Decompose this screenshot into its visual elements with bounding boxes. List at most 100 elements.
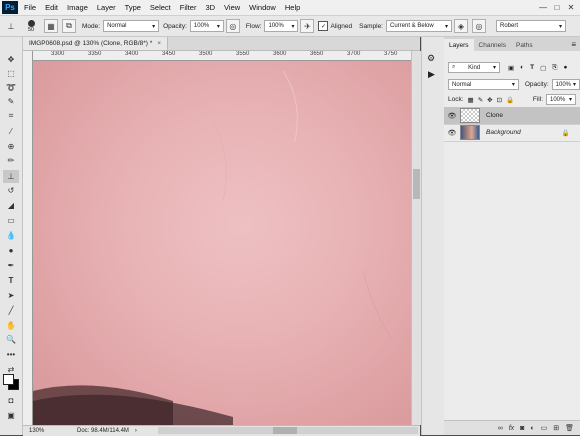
menu-type[interactable]: Type: [125, 3, 141, 12]
filter-kind-select[interactable]: ⌕ Kind ▾: [448, 62, 500, 73]
lock-image-icon[interactable]: ✎: [478, 96, 483, 104]
horizontal-scrollbar[interactable]: [158, 427, 418, 434]
history-panel-icon[interactable]: ⚙: [427, 53, 435, 64]
mask-icon[interactable]: ◙: [520, 425, 524, 432]
mode-label: Mode:: [82, 22, 101, 30]
workspace-select[interactable]: Robert ▾: [496, 20, 566, 32]
photoshop-logo: Ps: [2, 1, 18, 14]
foreground-color-swatch[interactable]: [3, 374, 14, 385]
panel-menu-icon[interactable]: ≡: [571, 40, 576, 49]
blur-tool-icon[interactable]: 💧: [3, 229, 19, 242]
close-window-button[interactable]: ✕: [564, 0, 578, 14]
maximize-button[interactable]: □: [550, 0, 564, 14]
clone-stamp-tool-preset-icon[interactable]: ⊥: [4, 19, 18, 33]
pressure-size-icon[interactable]: ◎: [472, 19, 486, 33]
sample-select[interactable]: Current & Below ▾: [386, 20, 452, 32]
flow-input[interactable]: 100% ▾: [264, 20, 299, 32]
airbrush-icon[interactable]: ✈: [300, 19, 315, 33]
lock-transparent-icon[interactable]: ▦: [468, 96, 474, 104]
horizontal-scroll-thumb[interactable]: [273, 427, 297, 434]
path-selection-tool-icon[interactable]: ➤: [3, 289, 19, 302]
vertical-scrollbar[interactable]: [411, 51, 421, 425]
move-tool-icon[interactable]: ✥: [3, 53, 19, 66]
zoom-tool-icon[interactable]: 🔍: [3, 333, 19, 346]
brush-tool-icon[interactable]: ✏: [3, 154, 19, 167]
brush-panel-icon[interactable]: ▦: [44, 19, 58, 33]
healing-brush-tool-icon[interactable]: ⊕: [3, 140, 19, 153]
trash-icon[interactable]: 🗑: [565, 424, 574, 432]
history-brush-tool-icon[interactable]: ↺: [3, 184, 19, 197]
brush-size-picker[interactable]: 50: [20, 18, 42, 34]
quick-select-tool-icon[interactable]: ✎: [3, 95, 19, 108]
ignore-adjustment-layers-icon[interactable]: ◈: [454, 19, 468, 33]
filter-smart-object-icon[interactable]: ⎘: [552, 64, 557, 72]
menu-layer[interactable]: Layer: [97, 3, 116, 12]
gradient-tool-icon[interactable]: ▭: [3, 214, 19, 227]
pen-tool-icon[interactable]: ✒: [3, 259, 19, 272]
layer-row-background[interactable]: 👁 Background 🔒: [444, 124, 580, 142]
dodge-tool-icon[interactable]: ●: [3, 244, 19, 257]
blend-mode-select[interactable]: Normal ▾: [448, 79, 519, 90]
mode-select[interactable]: Normal ▾: [103, 20, 160, 32]
menu-select[interactable]: Select: [150, 3, 171, 12]
tab-channels[interactable]: Channels: [474, 39, 511, 51]
clone-source-panel-icon[interactable]: ⧉: [62, 19, 76, 33]
document-size-info[interactable]: Doc: 98.4M/114.4M: [77, 428, 129, 434]
aligned-checkbox[interactable]: ✓: [318, 21, 329, 31]
crop-tool-icon[interactable]: ⌗: [3, 109, 19, 122]
layer-thumbnail-photo: [460, 125, 480, 140]
lock-artboard-icon[interactable]: ⊡: [497, 96, 502, 104]
lasso-tool-icon[interactable]: ➰: [3, 81, 19, 94]
marquee-tool-icon[interactable]: ⬚: [3, 67, 19, 80]
eraser-tool-icon[interactable]: ◢: [3, 199, 19, 212]
document-canvas[interactable]: [33, 61, 411, 425]
filter-type-icon[interactable]: T: [530, 64, 534, 71]
menu-help[interactable]: Help: [285, 3, 300, 12]
clone-stamp-tool-icon[interactable]: ⊥: [3, 170, 19, 183]
filter-pixel-icon[interactable]: ▣: [508, 64, 514, 72]
menu-filter[interactable]: Filter: [180, 3, 197, 12]
fill-input[interactable]: 100% ▾: [546, 94, 576, 105]
document-tab[interactable]: IMGP0608.psd @ 130% (Clone, RGB/8*) * ×: [23, 37, 169, 50]
adjustment-icon[interactable]: ◐: [530, 425, 534, 432]
menu-edit[interactable]: Edit: [45, 3, 58, 12]
fx-icon[interactable]: fx: [509, 425, 514, 432]
screen-mode-icon[interactable]: ▣: [3, 409, 19, 422]
zoom-level[interactable]: 130%: [29, 428, 69, 434]
menu-view[interactable]: View: [224, 3, 240, 12]
minimize-button[interactable]: —: [536, 0, 550, 14]
type-tool-icon[interactable]: T: [3, 274, 19, 287]
hand-tool-icon[interactable]: ✋: [3, 319, 19, 332]
layer-name: Background: [486, 129, 521, 136]
line-tool-icon[interactable]: ╱: [3, 304, 19, 317]
visibility-eye-icon[interactable]: 👁: [444, 112, 460, 120]
filter-shape-icon[interactable]: ▢: [540, 64, 546, 72]
menu-file[interactable]: File: [24, 3, 36, 12]
pressure-opacity-icon[interactable]: ◎: [225, 19, 240, 33]
status-menu-icon[interactable]: ›: [135, 428, 137, 434]
visibility-eye-icon[interactable]: 👁: [444, 129, 460, 137]
lock-icon: 🔒: [561, 129, 570, 137]
link-icon[interactable]: ∞: [498, 425, 503, 432]
ruler-label: 3350: [88, 51, 102, 57]
lock-all-icon[interactable]: 🔒: [506, 96, 514, 104]
eyedropper-tool-icon[interactable]: ⁄: [3, 125, 19, 138]
more-tools-icon[interactable]: •••: [3, 348, 19, 361]
tab-paths[interactable]: Paths: [511, 39, 538, 51]
actions-panel-icon[interactable]: ▶: [428, 69, 435, 80]
menu-image[interactable]: Image: [67, 3, 88, 12]
lock-position-icon[interactable]: ✥: [487, 96, 492, 104]
filter-adjustment-icon[interactable]: ◐: [520, 64, 524, 71]
quick-mask-icon[interactable]: ◘: [3, 394, 19, 407]
group-icon[interactable]: ▭: [541, 424, 548, 432]
vertical-scroll-thumb[interactable]: [413, 169, 420, 199]
close-document-icon[interactable]: ×: [157, 40, 161, 47]
menu-window[interactable]: Window: [249, 3, 276, 12]
new-layer-icon[interactable]: ⊞: [553, 424, 559, 432]
layer-opacity-input[interactable]: 100% ▾: [551, 79, 580, 90]
tab-layers[interactable]: Layers: [444, 39, 474, 51]
filter-toggle-icon[interactable]: ●: [563, 64, 567, 71]
menu-3d[interactable]: 3D: [205, 3, 215, 12]
layer-row-clone[interactable]: 👁 Clone: [444, 107, 580, 125]
opacity-input[interactable]: 100% ▾: [189, 20, 224, 32]
